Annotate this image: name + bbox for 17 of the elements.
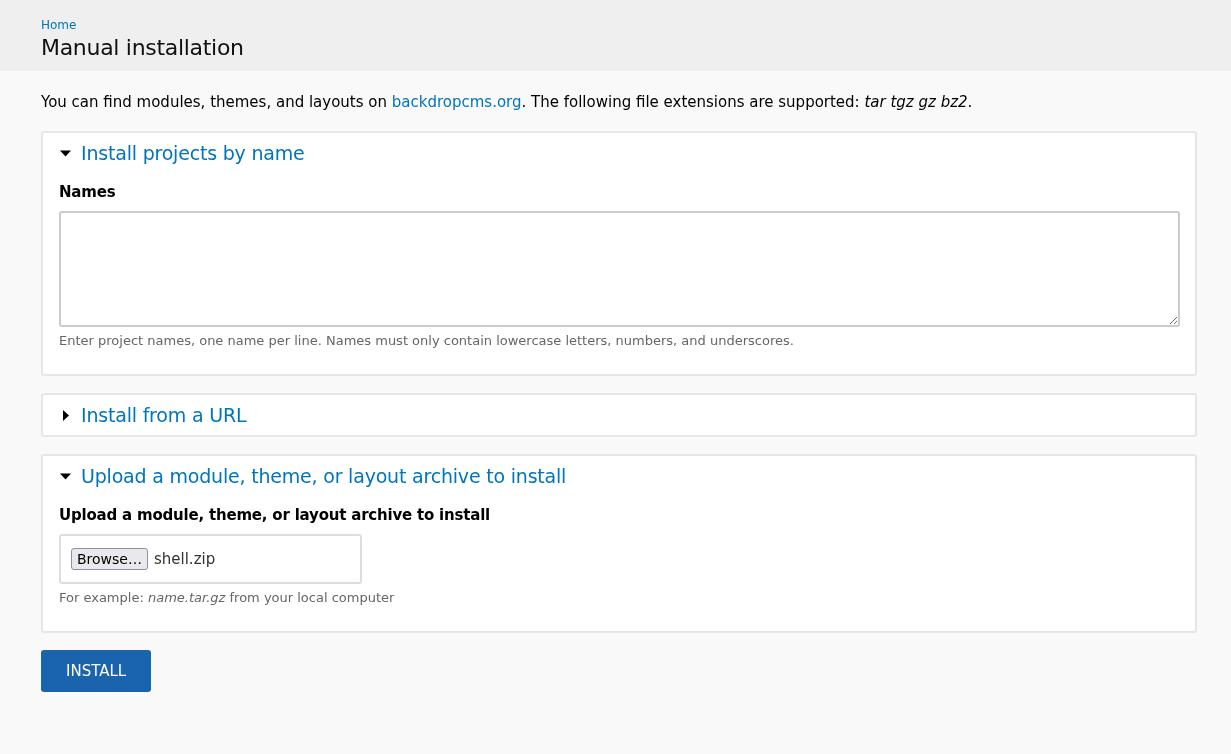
install-button[interactable]: INSTALL — [41, 650, 152, 692]
section-toggle-link[interactable]: Install projects by name — [81, 142, 305, 164]
breadcrumb-link[interactable]: Home — [41, 18, 77, 32]
field-description: For example: name.tar.gz from your local computer — [59, 590, 395, 605]
field-label: Upload a module, theme, or layout archive to install — [59, 506, 492, 524]
section-toggle-link[interactable]: Install from a URL — [81, 404, 247, 426]
intro-text: . The following file extensions are supported: tar tgz gz bz2. — [521, 92, 973, 113]
section-toggle-link[interactable]: Upload a module, theme, or layout archive to install — [81, 465, 567, 487]
caret-right-icon[interactable] — [60, 409, 71, 421]
file-name: shell.zip — [154, 550, 216, 568]
browse-button[interactable]: Browse… — [71, 548, 148, 570]
field-description: Enter project names, one name per line. Names must only contain lowercase letters, numbers, and underscores. — [59, 333, 795, 348]
intro-text: You can find modules, themes, and layouts on — [41, 92, 388, 113]
page-title: Manual installation — [41, 35, 245, 60]
field-label: Names — [59, 183, 117, 201]
site-link[interactable]: backdropcms.org — [391, 91, 522, 113]
file-input[interactable]: Browse… shell.zip — [59, 534, 362, 584]
